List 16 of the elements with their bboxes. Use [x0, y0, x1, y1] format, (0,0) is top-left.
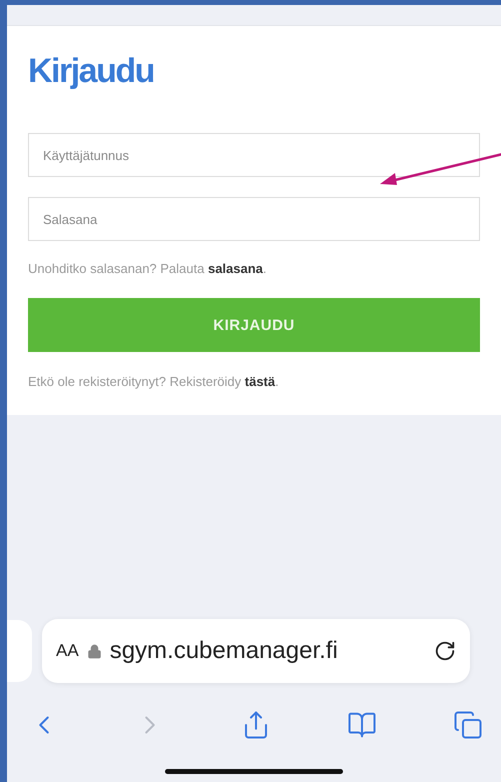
reload-icon[interactable] [434, 640, 456, 662]
bookmarks-button[interactable] [347, 710, 377, 740]
password-field[interactable]: Salasana [28, 197, 480, 241]
forgot-password-text: Unohditko salasanan? Palauta salasana. [28, 261, 268, 276]
username-field[interactable]: Käyttäjätunnus [28, 133, 480, 177]
page-title: Kirjaudu [28, 52, 155, 91]
lock-icon [86, 644, 102, 658]
register-link[interactable]: tästä [244, 374, 276, 389]
tabs-icon [453, 710, 483, 740]
book-icon [347, 710, 377, 740]
register-text: Etkö ole rekisteröitynyt? Rekisteröidy tästä. [28, 374, 280, 389]
address-bar[interactable]: AA sgym.cubemanager.fi [42, 619, 470, 683]
text-size-button[interactable]: AA [56, 641, 79, 661]
tabs-button[interactable] [453, 710, 483, 740]
url-text: sgym.cubemanager.fi [110, 637, 339, 665]
reset-password-link[interactable]: salasana [208, 261, 263, 276]
